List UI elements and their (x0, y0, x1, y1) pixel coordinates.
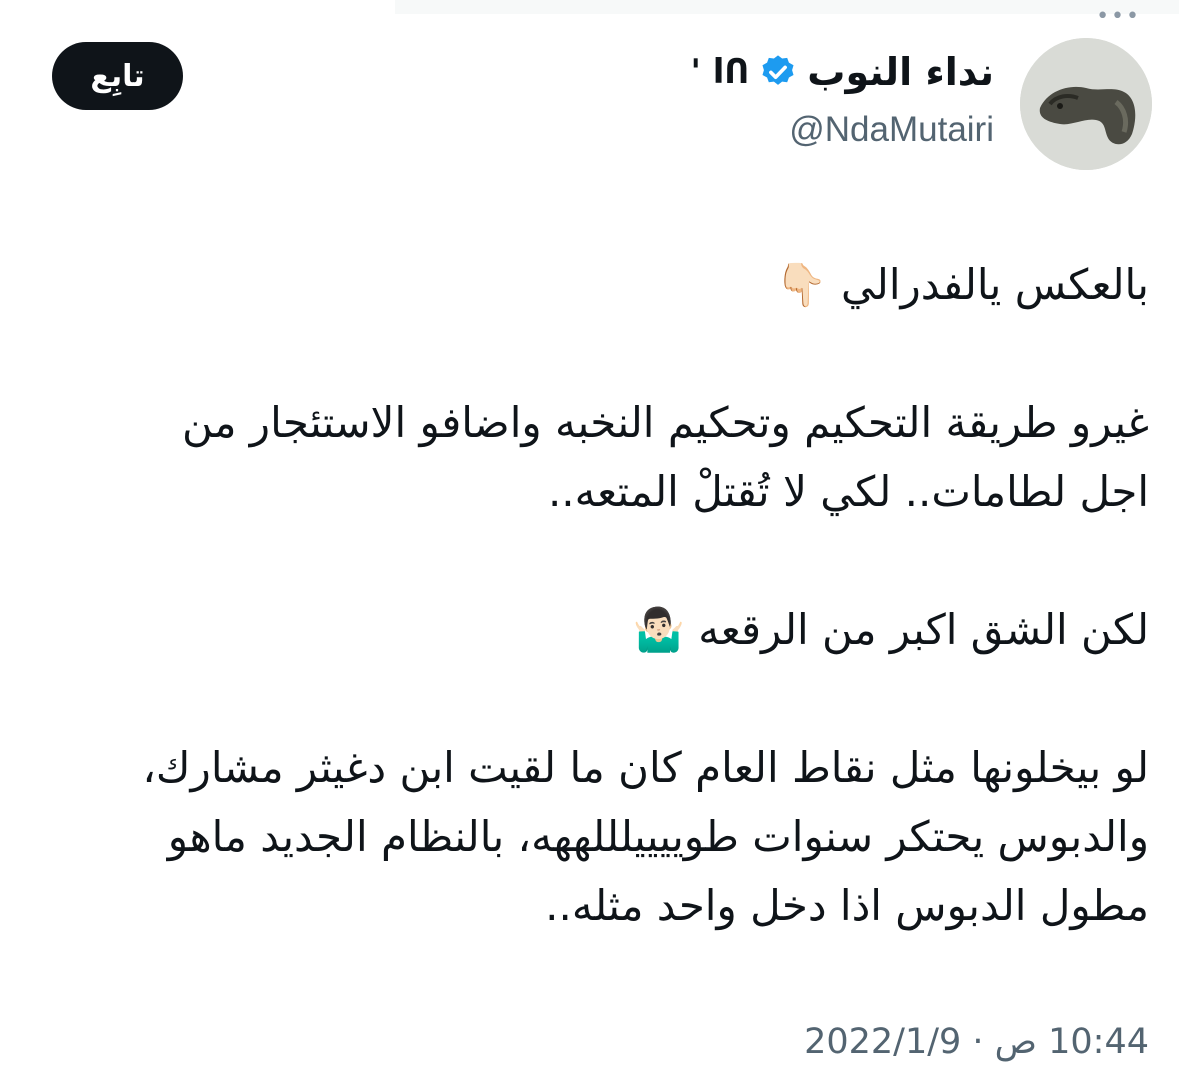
tweet-timestamp[interactable]: 10:44 ص · 2022/1/9 (804, 1022, 1149, 1062)
tweet-line: اجل لطامات.. لكي لا تُقتلْ المتعه.. (547, 467, 1149, 516)
verified-badge-icon (759, 53, 797, 91)
tweet-line: والدبوس يحتكر سنوات طوييييلللههه، بالنظا… (167, 812, 1149, 861)
tweet-line: لو بيخلونها مثل نقاط العام كان ما لقيت ا… (142, 743, 1149, 792)
author-handle[interactable]: @NdaMutairi (789, 110, 994, 150)
tweet-line: غيرو طريقة التحكيم وتحكيم النخبه واضافو … (181, 398, 1149, 447)
tweet-text: بالعكس يالفدرالي 👇🏻 غيرو طريقة التحكيم و… (24, 250, 1149, 940)
tweet-card: ••• نداء النوب ' lՈ @NdaMutairi تابِع با… (0, 0, 1179, 1090)
author-name-suffix: ' lՈ (690, 52, 750, 92)
tweet-line: لكن الشق اكبر من الرقعه 🤷🏻‍♂️ (632, 605, 1149, 654)
top-strip (395, 0, 1179, 14)
avatar[interactable] (1020, 38, 1152, 170)
author-name-row[interactable]: نداء النوب ' lՈ (691, 50, 994, 94)
tweet-line: بالعكس يالفدرالي 👇🏻 (775, 260, 1149, 309)
more-options-icon[interactable]: ••• (1096, 4, 1141, 29)
follow-button[interactable]: تابِع (52, 42, 183, 110)
avatar-camel-image (1020, 38, 1152, 170)
author-display-name[interactable]: نداء النوب (807, 50, 994, 94)
tweet-line: مطول الدبوس اذا دخل واحد مثله.. (545, 881, 1149, 930)
